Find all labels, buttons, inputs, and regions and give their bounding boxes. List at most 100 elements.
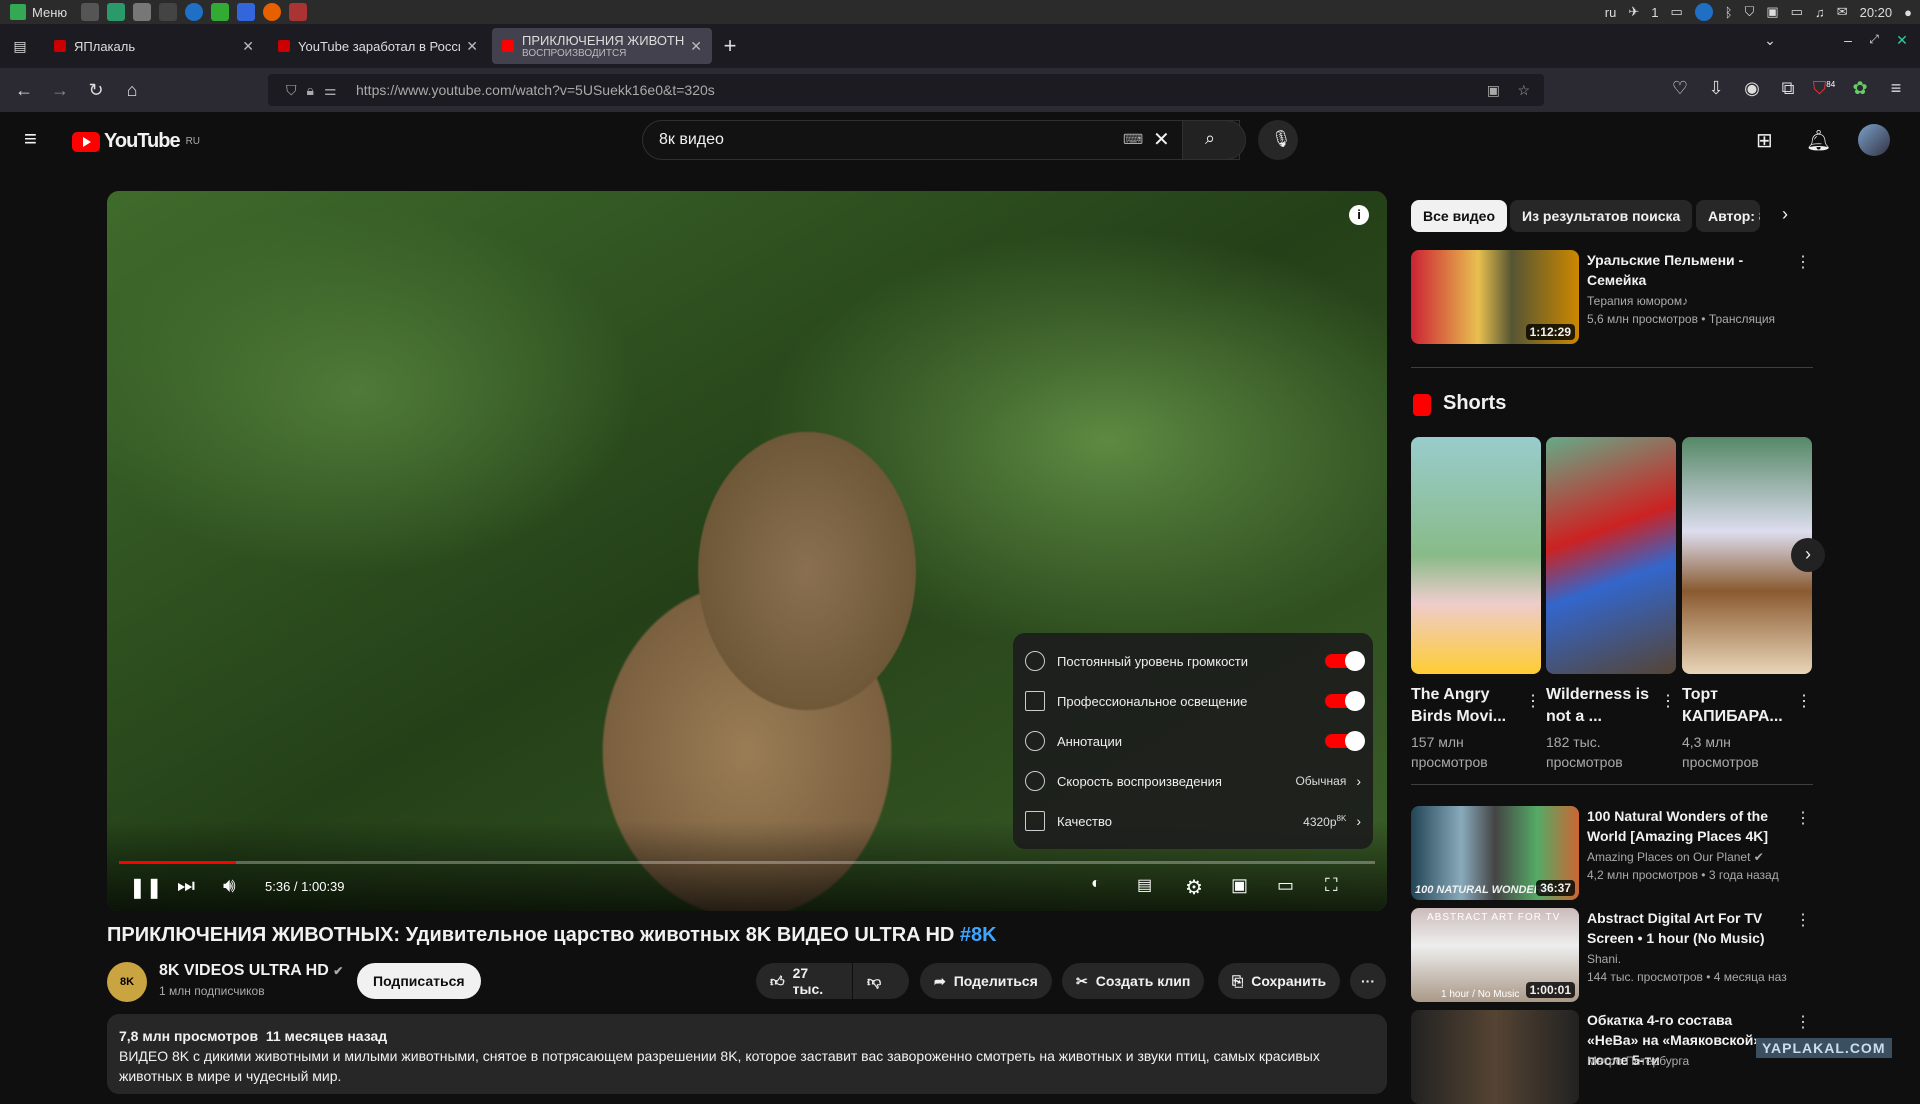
- progress-bar[interactable]: [119, 861, 1375, 864]
- files-icon[interactable]: [133, 3, 152, 21]
- short-item-2[interactable]: Wilderness is not a ... 182 тыс. просмот…: [1546, 437, 1676, 772]
- rec-title[interactable]: Abstract Digital Art For TV Screen • 1 h…: [1587, 908, 1787, 948]
- more-vertical-icon[interactable]: ⋮: [1796, 691, 1812, 711]
- rec-item-2[interactable]: 100 NATURAL WONDERS 36:37 100 Natural Wo…: [1411, 806, 1811, 900]
- more-vertical-icon[interactable]: ⋮: [1795, 910, 1811, 930]
- permissions-icon[interactable]: ⚌: [324, 82, 337, 99]
- ublock-icon[interactable]: ⛉84: [1806, 78, 1842, 99]
- qbittorrent-icon[interactable]: [185, 3, 204, 21]
- extensions-icon[interactable]: ⧉: [1770, 78, 1806, 99]
- miniplayer-icon[interactable]: ▣: [1231, 875, 1248, 896]
- voice-search-button[interactable]: 🎙︎: [1258, 120, 1298, 160]
- rec-thumbnail[interactable]: 100 NATURAL WONDERS 36:37: [1411, 806, 1579, 900]
- short-title[interactable]: Wilderness is not a ...: [1546, 684, 1656, 728]
- folder-icon[interactable]: [107, 3, 126, 21]
- screen-icon[interactable]: ▭: [1791, 4, 1803, 20]
- keyboard-icon[interactable]: ⌨: [1123, 131, 1143, 148]
- info-icon[interactable]: i: [1349, 205, 1369, 225]
- theater-mode-icon[interactable]: ▭: [1277, 875, 1294, 896]
- rec-thumbnail[interactable]: ABSTRACT ART FOR TV 1 hour / No Music 1:…: [1411, 908, 1579, 1002]
- music-icon[interactable]: ♫: [1815, 5, 1825, 20]
- terminal-icon[interactable]: [159, 3, 178, 21]
- close-tab-icon[interactable]: ✕: [690, 38, 702, 55]
- clear-search-icon[interactable]: ✕: [1153, 127, 1170, 152]
- close-window-icon[interactable]: ✕: [1884, 32, 1920, 49]
- setting-pro-lighting[interactable]: Профессиональное освещение: [1013, 681, 1373, 721]
- network-icon[interactable]: ✈: [1628, 4, 1639, 20]
- tracking-shield-icon[interactable]: ⛉: [286, 82, 297, 99]
- stable-volume-toggle[interactable]: [1325, 651, 1365, 671]
- short-title[interactable]: Торт КАПИБАРА...: [1682, 684, 1792, 728]
- tab-overview-icon[interactable]: ▤: [0, 38, 40, 55]
- shorts-next-chevron-icon[interactable]: ›: [1791, 538, 1825, 572]
- subscribe-button[interactable]: Подписаться: [357, 963, 481, 999]
- more-vertical-icon[interactable]: ⋮: [1660, 691, 1676, 711]
- create-clip-button[interactable]: ✂ Создать клип: [1062, 963, 1205, 999]
- search-input[interactable]: 8к видео ⌨ ✕: [642, 120, 1240, 160]
- rec-title[interactable]: Уральские Пельмени - Семейка: [1587, 250, 1787, 290]
- url-text[interactable]: https://www.youtube.com/watch?v=5USuekk1…: [356, 82, 715, 98]
- account-icon[interactable]: ◉: [1734, 78, 1770, 99]
- rec-thumbnail[interactable]: 1:12:29: [1411, 250, 1579, 344]
- pause-icon[interactable]: ❚❚: [129, 875, 163, 900]
- url-bar[interactable]: ⛉ 🔒︎ ⚌ https://www.youtube.com/watch?v=5…: [268, 74, 1544, 106]
- hashtag-link[interactable]: #8K: [960, 924, 997, 946]
- pro-lighting-toggle[interactable]: [1325, 691, 1365, 711]
- autoplay-toggle-icon[interactable]: ◐: [1091, 875, 1101, 893]
- pen-app-icon[interactable]: [237, 3, 256, 21]
- chip-by-author[interactable]: Автор: 8K: [1696, 200, 1760, 232]
- chips-next-chevron-icon[interactable]: ›: [1782, 204, 1788, 225]
- rec-channel[interactable]: Amazing Places on Our Planet ✔: [1587, 850, 1764, 864]
- new-tab-icon[interactable]: +: [712, 33, 748, 59]
- subtitles-icon[interactable]: ▤: [1137, 875, 1152, 895]
- setting-playback-speed[interactable]: Скорость воспроизведения Обычная ›: [1013, 761, 1373, 801]
- rec-item-3[interactable]: ABSTRACT ART FOR TV 1 hour / No Music 1:…: [1411, 908, 1811, 1002]
- tab-list-chevron-icon[interactable]: ⌄: [1752, 32, 1788, 49]
- like-button[interactable]: 👍︎ 27 тыс.: [756, 963, 852, 999]
- keyboard-layout[interactable]: ru: [1605, 5, 1617, 20]
- more-vertical-icon[interactable]: ⋮: [1795, 252, 1811, 272]
- short-item-3[interactable]: Торт КАПИБАРА... 4,3 млн просмотров ⋮: [1682, 437, 1812, 772]
- os-menu-button[interactable]: Меню: [0, 0, 77, 24]
- youtube-logo[interactable]: YouTube RU: [72, 130, 200, 153]
- chip-all-videos[interactable]: Все видео: [1411, 200, 1508, 232]
- video-player[interactable]: i Постоянный уровень громкости Профессио…: [107, 191, 1387, 911]
- avatar[interactable]: [1858, 124, 1890, 156]
- clipboard-icon[interactable]: ▣: [1766, 4, 1778, 20]
- tab-youtube-video[interactable]: ПРИКЛЮЧЕНИЯ ЖИВОТНЫХ ВОСПРОИЗВОДИТСЯ ✕: [492, 28, 712, 64]
- reload-icon[interactable]: ↻: [78, 80, 114, 101]
- close-tab-icon[interactable]: ✕: [242, 38, 254, 55]
- guide-menu-icon[interactable]: ≡: [24, 126, 37, 152]
- notifications-bell-icon[interactable]: 🔔︎: [1806, 128, 1831, 153]
- bluetooth-icon[interactable]: ᛒ: [1725, 5, 1733, 20]
- lock-icon[interactable]: 🔒︎: [307, 82, 314, 99]
- description-box[interactable]: 7,8 млн просмотров 11 месяцев назад ВИДЕ…: [107, 1014, 1387, 1094]
- save-button[interactable]: ⎘ Сохранить: [1218, 963, 1341, 999]
- search-button[interactable]: ⌕: [1182, 120, 1246, 160]
- more-actions-button[interactable]: ···: [1350, 963, 1386, 999]
- back-icon[interactable]: ←: [6, 80, 42, 101]
- chat-icon[interactable]: ✉: [1837, 4, 1848, 20]
- bookmark-star-icon[interactable]: ☆: [1517, 82, 1530, 99]
- annotations-toggle[interactable]: [1325, 731, 1365, 751]
- app-icon[interactable]: [289, 3, 308, 21]
- short-title[interactable]: The Angry Birds Movi...: [1411, 684, 1521, 728]
- more-vertical-icon[interactable]: ⋮: [1795, 808, 1811, 828]
- rec-thumbnail[interactable]: [1411, 1010, 1579, 1104]
- rec-channel[interactable]: Терапия юмором♪: [1587, 294, 1688, 308]
- channel-avatar[interactable]: 8K: [107, 962, 147, 1002]
- rec-channel[interactable]: Метро Петербурга: [1587, 1054, 1689, 1068]
- shield-icon[interactable]: ⛉: [1745, 4, 1755, 20]
- color-extension-icon[interactable]: ✿: [1842, 78, 1878, 99]
- more-vertical-icon[interactable]: ⋮: [1525, 691, 1541, 711]
- clock[interactable]: 20:20: [1860, 5, 1893, 20]
- tab-youtube-news[interactable]: YouTube заработал в России ✕: [268, 28, 488, 64]
- qbittorrent-tray-icon[interactable]: [1694, 3, 1713, 21]
- settings-gear-icon[interactable]: ⚙: [1185, 875, 1203, 900]
- next-icon[interactable]: ⏭︎: [177, 875, 195, 898]
- home-icon[interactable]: ⌂: [114, 80, 150, 101]
- channel-name[interactable]: 8K VIDEOS ULTRA HD ✔: [159, 962, 343, 980]
- chip-from-search[interactable]: Из результатов поиска: [1510, 200, 1693, 232]
- system-monitor-icon[interactable]: [211, 3, 230, 21]
- apps-grid-icon[interactable]: [81, 3, 100, 21]
